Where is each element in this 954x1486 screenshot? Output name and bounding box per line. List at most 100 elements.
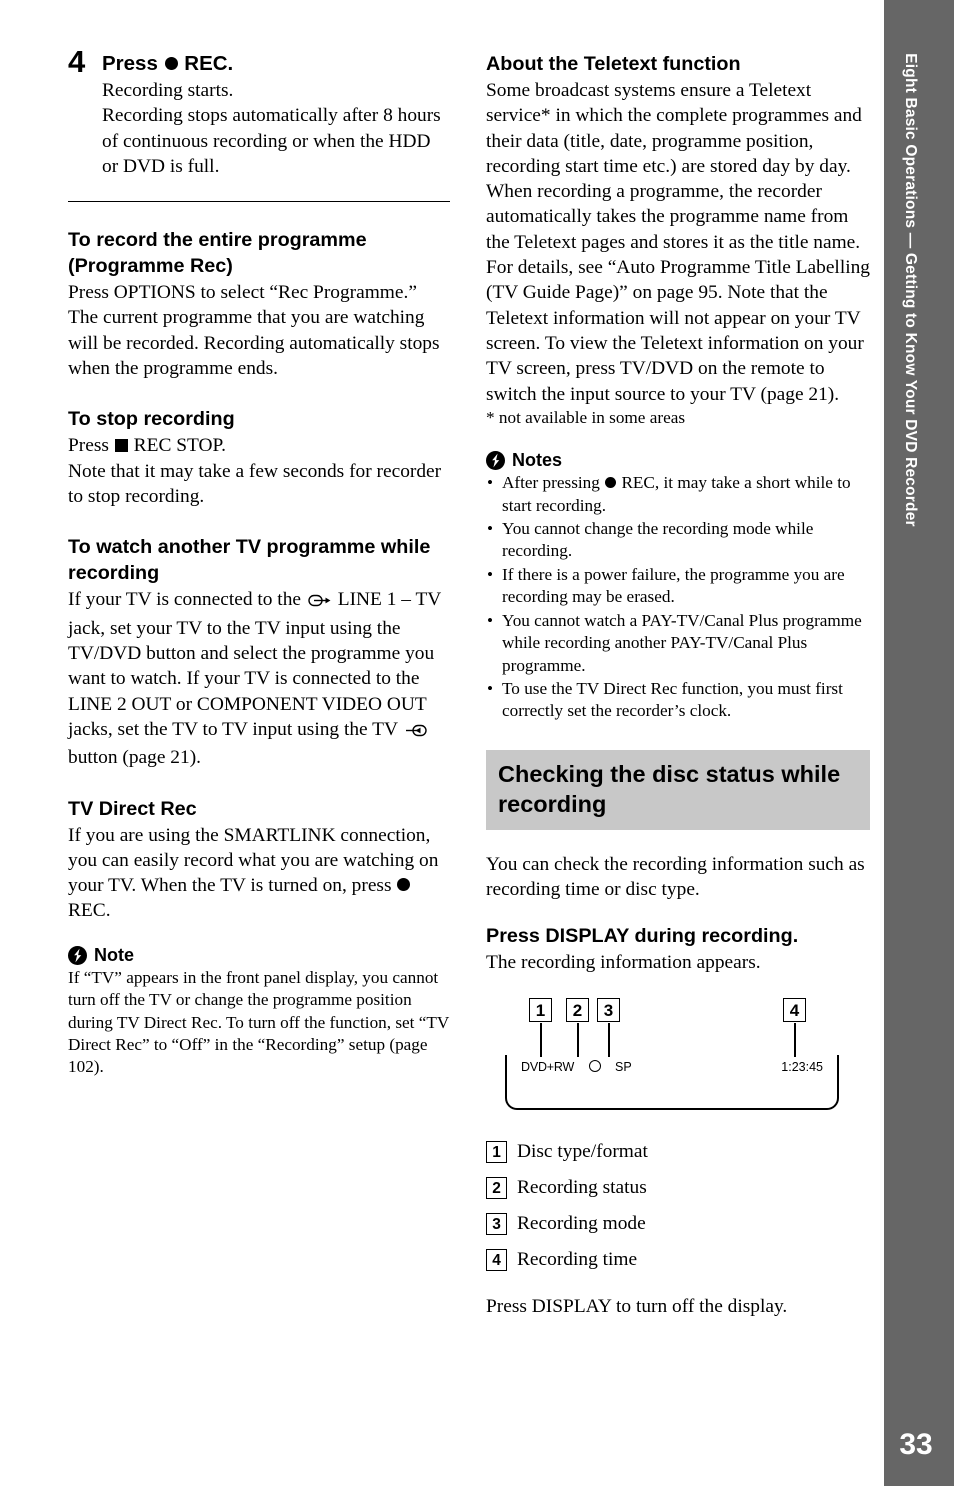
note-bolt-icon [68, 945, 87, 965]
panel-recording-mode: SP [615, 1059, 632, 1074]
note-heading: Note [68, 944, 450, 965]
notes-list: After pressing REC, it may take a short … [486, 472, 870, 722]
note-label: Note [94, 944, 134, 965]
teletext-footnote: * not available in some areas [486, 407, 686, 427]
legend-row: 4 Recording time [486, 1248, 870, 1272]
step-title-prefix: Press [102, 52, 158, 75]
legend-number-3: 3 [486, 1212, 507, 1235]
manual-page: Eight Basic Operations — Getting to Know… [0, 0, 954, 1486]
section-tab-strip: Eight Basic Operations — Getting to Know… [884, 0, 954, 1486]
front-panel-outline: DVD+RW SP 1:23:45 [505, 1054, 839, 1110]
legend-number-4: 4 [486, 1248, 507, 1271]
step-title-suffix: REC. [184, 52, 234, 75]
callout-box-4: 4 [783, 997, 806, 1022]
callout-box-1: 1 [529, 997, 552, 1022]
section-divider [68, 201, 450, 203]
disc-status-banner: Checking the disc status while recording [486, 749, 870, 830]
front-panel-display-figure: 1 2 3 4 DVD+RW SP 1:23:45 [486, 990, 870, 1120]
note-bolt-icon [486, 451, 505, 471]
legend-row: 2 Recording status [486, 1176, 870, 1200]
front-panel-row: DVD+RW SP 1:23:45 [507, 1058, 837, 1076]
disc-status-banner-line1: Checking the disc status while [498, 760, 841, 787]
stop-recording-press-line: Press REC STOP. [68, 433, 450, 458]
callout-leader-3 [607, 1022, 610, 1057]
panel-recording-time: 1:23:45 [781, 1059, 823, 1074]
disc-status-banner-line2: recording [498, 790, 607, 817]
legend-row: 1 Disc type/format [486, 1140, 870, 1164]
notes-list-item: You cannot watch a PAY-TV/Canal Plus pro… [486, 610, 870, 677]
tv-direct-rec-body: If you are using the SMARTLINK connectio… [68, 823, 450, 924]
page-number: 33 [899, 1428, 933, 1461]
step-title: Press REC. [102, 52, 450, 76]
legend-label-1: Disc type/format [517, 1140, 648, 1162]
line-output-jack-icon [308, 590, 331, 615]
step-body: Press REC. Recording starts. Recording s… [102, 52, 450, 179]
rec-button-icon [397, 877, 411, 891]
notes-heading: Notes [486, 450, 870, 471]
step-number: 4 [68, 44, 86, 79]
panel-disc-type: DVD+RW [521, 1059, 575, 1074]
disc-status-closing: Press DISPLAY to turn off the display. [486, 1295, 788, 1317]
press-target: REC STOP. [133, 435, 226, 457]
teletext-heading: About the Teletext function [486, 53, 741, 75]
left-column: 4 Press REC. Recording starts. Recording… [68, 46, 450, 1079]
tv-direct-rec-body-part2: REC. [68, 900, 111, 922]
watch-another-body-part2: LINE 1 – TV jack, set your TV to the TV … [68, 589, 441, 740]
press-display-subtext: The recording information appears. [486, 952, 761, 974]
rec-stop-button-icon [114, 438, 128, 452]
notes-label: Notes [512, 450, 563, 471]
callout-leader-1 [539, 1022, 542, 1057]
callout-leader-2 [576, 1022, 579, 1057]
section-teletext: About the Teletext function Some broadca… [486, 52, 870, 429]
callout-box-3: 3 [597, 997, 620, 1022]
rec-button-icon [164, 56, 178, 70]
step-line-1: Recording starts. [102, 80, 234, 101]
programme-rec-heading-line2: (Programme Rec) [68, 255, 233, 278]
section-tab-label: Eight Basic Operations — Getting to Know… [902, 53, 919, 527]
callout-box-2: 2 [566, 997, 589, 1022]
recording-status-circle-icon [589, 1059, 601, 1072]
note-item-rec-label: REC [621, 473, 655, 493]
legend-row: 3 Recording mode [486, 1212, 870, 1236]
tv-direct-rec-body-part1: If you are using the SMARTLINK connectio… [68, 824, 439, 897]
step-line-2: Recording stops automatically after 8 ho… [102, 105, 441, 177]
programme-rec-heading-line1: To record the entire programme [68, 229, 367, 252]
stop-recording-body: Note that it may take a few seconds for … [68, 460, 442, 507]
watch-another-heading-line1: To watch another TV programme while [68, 536, 431, 559]
legend-label-4: Recording time [517, 1248, 638, 1270]
teletext-body: Some broadcast systems ensure a Teletext… [486, 80, 870, 405]
stop-recording-heading: To stop recording [68, 408, 235, 431]
callout-leader-4 [793, 1022, 796, 1057]
section-programme-rec: To record the entire programme (Programm… [68, 228, 450, 381]
section-tv-direct-rec: TV Direct Rec If you are using the SMART… [68, 797, 450, 1079]
rec-button-icon [605, 476, 617, 488]
section-watch-another: To watch another TV programme while reco… [68, 535, 450, 770]
notes-list-item: You cannot change the recording mode whi… [486, 518, 870, 563]
legend-number-2: 2 [486, 1176, 507, 1199]
watch-another-body-part3: button (page 21). [68, 747, 202, 769]
figure-legend: 1 Disc type/format 2 Recording status 3 … [486, 1140, 870, 1272]
note-body: If “TV” appears in the front panel displ… [68, 967, 449, 1077]
tv-input-select-icon [405, 720, 428, 745]
press-label: Press [68, 435, 109, 457]
note-item-prefix: After pressing [502, 473, 600, 493]
watch-another-heading-line2: recording [68, 562, 160, 585]
press-display-heading: Press DISPLAY during recording. [486, 925, 799, 948]
right-column: About the Teletext function Some broadca… [486, 52, 870, 1319]
step-4: 4 Press REC. Recording starts. Recording… [68, 46, 450, 179]
legend-number-1: 1 [486, 1140, 507, 1163]
programme-rec-body: Press OPTIONS to select “Rec Programme.”… [68, 282, 440, 380]
notes-list-item: To use the TV Direct Rec function, you m… [486, 678, 870, 723]
legend-label-3: Recording mode [517, 1212, 646, 1234]
section-notes: Notes After pressing REC, it may take a … [486, 451, 870, 722]
watch-another-body: If your TV is connected to the LINE 1 – … [68, 587, 450, 770]
section-stop-recording: To stop recording Press REC STOP. Note t… [68, 407, 450, 509]
